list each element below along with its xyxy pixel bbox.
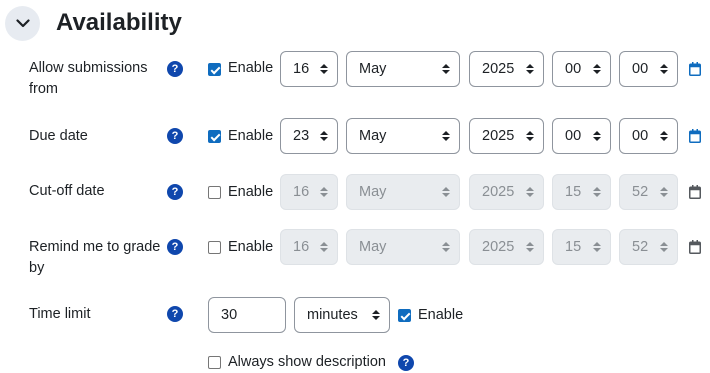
help-icon[interactable]: ? [398,355,414,371]
allow-submissions-minute-select[interactable]: 00 [619,51,678,87]
calendar-icon[interactable] [689,185,701,199]
select-value: 52 [632,239,649,255]
select-value: 23 [293,128,310,144]
select-value: 2025 [482,61,515,77]
select-arrows-icon [593,131,601,141]
select-arrows-icon [320,242,328,252]
select-arrows-icon [593,242,601,252]
help-icon[interactable]: ? [167,184,183,200]
always-show-description-checkbox[interactable] [208,356,221,369]
chevron-down-icon [15,18,30,27]
select-arrows-icon [593,187,601,197]
select-value: May [359,61,387,77]
select-arrows-icon [526,242,534,252]
cutoff-date-day-select[interactable]: 16 [280,174,338,210]
select-value: 00 [632,128,649,144]
always-show-description-label: Always show description [228,354,386,370]
help-icon[interactable]: ? [167,128,183,144]
cutoff-date-month-select[interactable]: May [346,174,460,210]
remind-grade-hour-select[interactable]: 15 [552,229,611,265]
select-arrows-icon [442,131,450,141]
select-arrows-icon [320,187,328,197]
select-arrows-icon [526,131,534,141]
due-date-enable-label: Enable [228,128,274,144]
select-arrows-icon [660,131,668,141]
select-arrows-icon [660,64,668,74]
remind-grade-enable-checkbox[interactable] [208,241,221,254]
help-icon[interactable]: ? [167,306,183,322]
select-value: May [359,239,387,255]
select-arrows-icon [320,131,328,141]
select-value: 00 [565,61,582,77]
time-limit-enable-label: Enable [418,307,464,323]
allow-submissions-enable-checkbox[interactable] [208,63,221,76]
time-limit-enable-checkbox[interactable] [398,309,411,322]
select-arrows-icon [593,64,601,74]
select-value: May [359,128,387,144]
help-icon[interactable]: ? [167,239,183,255]
select-value: 15 [565,184,582,200]
due-date-enable-checkbox[interactable] [208,130,221,143]
select-value: May [359,184,387,200]
time-limit-input[interactable]: 30 [208,297,286,333]
due-date-year-select[interactable]: 2025 [469,118,544,154]
select-arrows-icon [660,242,668,252]
due-date-month-select[interactable]: May [346,118,460,154]
select-arrows-icon [442,64,450,74]
calendar-icon[interactable] [689,129,701,143]
due-date-minute-select[interactable]: 00 [619,118,678,154]
calendar-icon[interactable] [689,62,701,76]
remind-grade-enable-label: Enable [228,239,274,255]
remind-grade-minute-select[interactable]: 52 [619,229,678,265]
cutoff-date-year-select[interactable]: 2025 [469,174,544,210]
collapse-toggle-button[interactable] [5,5,40,41]
select-value: minutes [307,307,358,323]
due-date-hour-select[interactable]: 00 [552,118,611,154]
select-arrows-icon [526,64,534,74]
cutoff-date-enable-label: Enable [228,184,274,200]
select-value: 00 [632,61,649,77]
select-value: 16 [293,184,310,200]
select-arrows-icon [660,187,668,197]
help-icon[interactable]: ? [167,61,183,77]
select-value: 2025 [482,239,515,255]
allow-submissions-enable-label: Enable [228,60,274,76]
allow-submissions-month-select[interactable]: May [346,51,460,87]
select-arrows-icon [372,310,380,320]
allow-submissions-day-select[interactable]: 16 [280,51,338,87]
time-limit-unit-select[interactable]: minutes [294,297,390,333]
select-value: 16 [293,239,310,255]
select-value: 2025 [482,128,515,144]
remind-grade-month-select[interactable]: May [346,229,460,265]
cutoff-date-enable-checkbox[interactable] [208,186,221,199]
section-title: Availability [56,9,182,36]
cutoff-date-hour-select[interactable]: 15 [552,174,611,210]
cutoff-date-minute-select[interactable]: 52 [619,174,678,210]
select-value: 16 [293,61,310,77]
calendar-icon[interactable] [689,240,701,254]
cutoff-date-label: Cut-off date [29,183,105,199]
allow-submissions-hour-select[interactable]: 00 [552,51,611,87]
allow-submissions-label: Allow submissions from [29,60,148,97]
select-arrows-icon [442,187,450,197]
select-value: 52 [632,184,649,200]
remind-grade-year-select[interactable]: 2025 [469,229,544,265]
select-value: 2025 [482,184,515,200]
remind-grade-day-select[interactable]: 16 [280,229,338,265]
due-date-label: Due date [29,128,88,144]
select-value: 15 [565,239,582,255]
time-limit-label: Time limit [29,306,91,322]
select-value: 00 [565,128,582,144]
section-header: Availability [5,4,182,42]
due-date-day-select[interactable]: 23 [280,118,338,154]
allow-submissions-year-select[interactable]: 2025 [469,51,544,87]
select-arrows-icon [320,64,328,74]
select-arrows-icon [442,242,450,252]
remind-grade-label: Remind me to grade by [29,239,161,276]
select-arrows-icon [526,187,534,197]
